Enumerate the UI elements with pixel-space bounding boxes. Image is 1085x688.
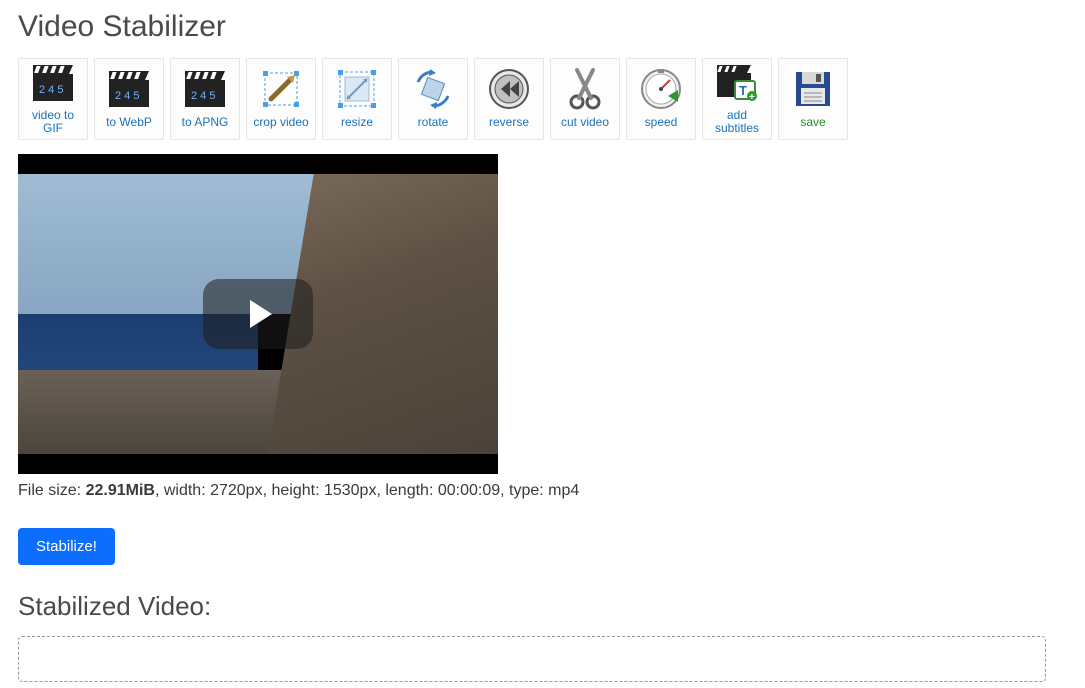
clapper-icon: 2 4 5	[32, 63, 74, 103]
tool-resize[interactable]: resize	[322, 58, 392, 140]
file-length: , length: 00:00:09	[376, 482, 500, 499]
tool-to-apng[interactable]: 2 4 5 to APNG	[170, 58, 240, 140]
file-size-label: File size:	[18, 482, 86, 499]
tool-label: to APNG	[182, 116, 229, 129]
play-icon	[250, 300, 272, 328]
file-info: File size: 22.91MiB, width: 2720px, heig…	[18, 482, 1067, 500]
video-preview	[18, 154, 498, 474]
reverse-icon	[488, 68, 530, 110]
clapper-icon: 2 4 5	[108, 68, 150, 110]
stabilize-button[interactable]: Stabilize!	[18, 528, 115, 565]
tool-label: speed	[645, 116, 678, 129]
tool-label: rotate	[418, 116, 449, 129]
tool-label: cut video	[561, 116, 609, 129]
file-size-value: 22.91MiB	[86, 482, 155, 499]
save-icon	[792, 68, 834, 110]
tool-label: video to GIF	[21, 109, 85, 135]
tool-label: resize	[341, 116, 373, 129]
tool-label: reverse	[489, 116, 529, 129]
crop-icon	[260, 68, 302, 110]
play-button[interactable]	[203, 279, 313, 349]
tool-cut-video[interactable]: cut video	[550, 58, 620, 140]
svg-text:2 4 5: 2 4 5	[39, 84, 63, 96]
output-section-title: Stabilized Video:	[18, 591, 1067, 622]
tool-save[interactable]: save	[778, 58, 848, 140]
page-title: Video Stabilizer	[18, 10, 1067, 44]
file-type: , type: mp4	[500, 482, 579, 499]
file-width: , width: 2720px	[155, 482, 263, 499]
tool-add-subtitles[interactable]: T + add subtitles	[702, 58, 772, 140]
resize-icon	[336, 68, 378, 110]
clapper-icon: 2 4 5	[184, 68, 226, 110]
file-height: , height: 1530px	[263, 482, 377, 499]
toolbar: 2 4 5 video to GIF 2 4 5 to WebP	[18, 58, 1067, 140]
svg-text:2 4 5: 2 4 5	[191, 90, 215, 102]
rotate-icon	[412, 68, 454, 110]
subtitles-icon: T +	[716, 63, 758, 103]
scissors-icon	[564, 68, 606, 110]
tool-label: save	[800, 116, 825, 129]
tool-label: to WebP	[106, 116, 152, 129]
speed-icon	[640, 68, 682, 110]
tool-rotate[interactable]: rotate	[398, 58, 468, 140]
svg-text:+: +	[749, 92, 755, 101]
svg-text:T: T	[739, 83, 747, 98]
tool-label: crop video	[253, 116, 308, 129]
tool-crop-video[interactable]: crop video	[246, 58, 316, 140]
tool-label: add subtitles	[705, 109, 769, 135]
output-dropzone[interactable]	[18, 636, 1046, 682]
tool-reverse[interactable]: reverse	[474, 58, 544, 140]
tool-speed[interactable]: speed	[626, 58, 696, 140]
tool-to-webp[interactable]: 2 4 5 to WebP	[94, 58, 164, 140]
svg-text:2 4 5: 2 4 5	[115, 90, 139, 102]
tool-video-to-gif[interactable]: 2 4 5 video to GIF	[18, 58, 88, 140]
